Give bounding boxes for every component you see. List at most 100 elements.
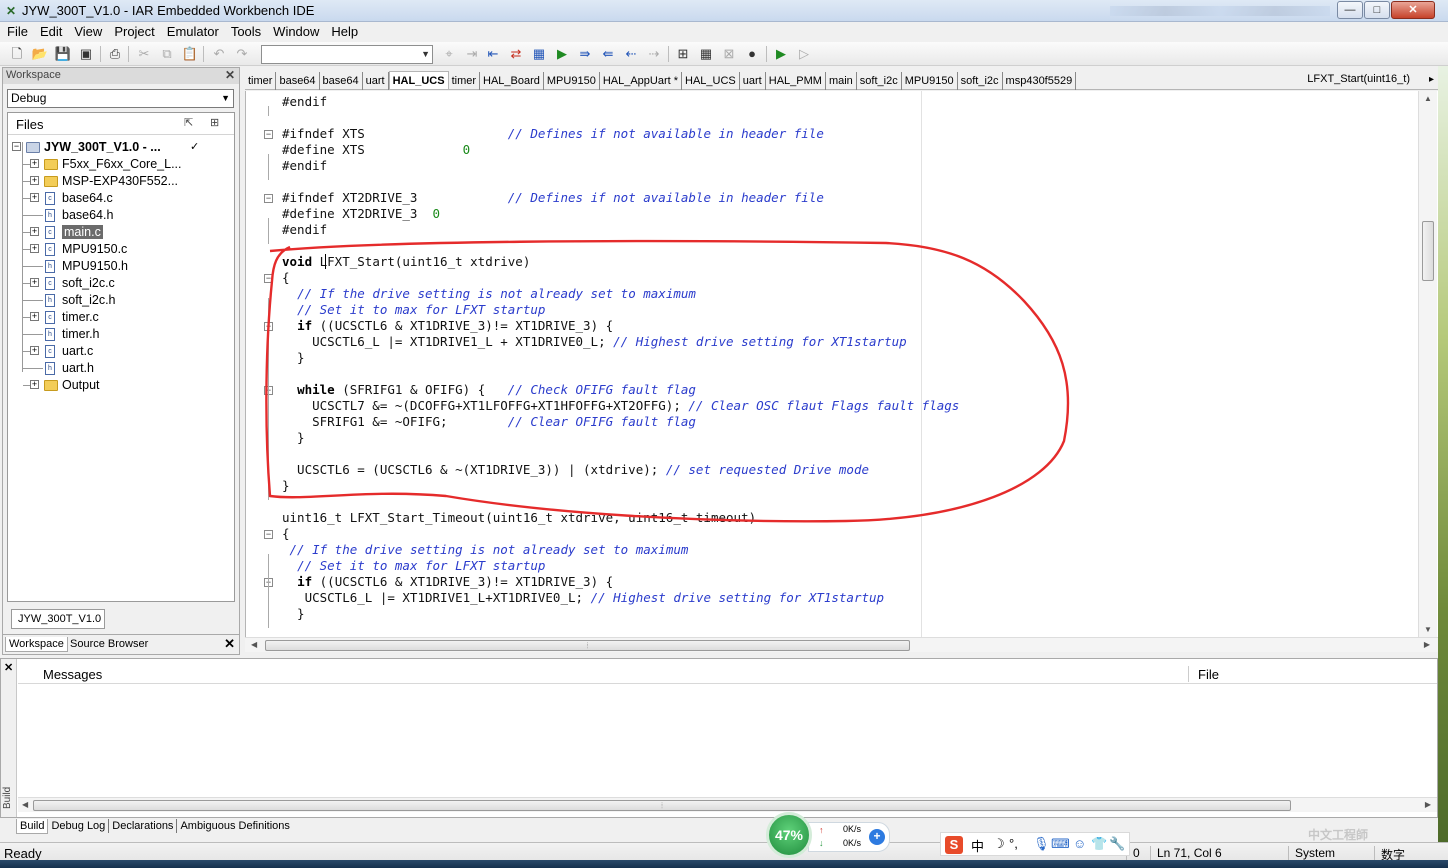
tree-folder[interactable]: + MSP-EXP430F552... (8, 173, 234, 190)
tab-ambiguous-definitions[interactable]: Ambiguous Definitions (177, 819, 292, 833)
tree-file[interactable]: h MPU9150.h (8, 258, 234, 275)
build-configuration-select[interactable]: Debug ▼ (7, 89, 234, 108)
menu-edit[interactable]: Edit (33, 22, 67, 39)
fold-toggle-icon[interactable]: − (264, 194, 273, 203)
menu-window[interactable]: Window (266, 22, 324, 39)
scroll-thumb[interactable] (1422, 221, 1434, 281)
tree-file[interactable]: + c base64.c (8, 190, 234, 207)
code-line[interactable]: UCSCTL6_L |= XT1DRIVE1_L+XT1DRIVE0_L; //… (282, 590, 885, 606)
menu-file[interactable]: File (0, 22, 33, 39)
files-tree-icon[interactable]: ⊞ (210, 116, 219, 129)
find-next-icon[interactable]: ⇥ (463, 45, 481, 63)
editor-tab[interactable]: base64 (276, 72, 320, 90)
fold-toggle-icon[interactable]: − (264, 274, 273, 283)
expand-icon[interactable]: + (30, 278, 39, 287)
editor-tab[interactable]: main (826, 72, 857, 90)
scroll-down-icon[interactable]: ▼ (1424, 625, 1432, 634)
ime-toolbar[interactable]: S 中 ☽ °, 🎙 ⌨ ☺ 👕 🔧 (940, 832, 1130, 856)
code-line[interactable]: } (282, 478, 290, 494)
expand-icon[interactable]: + (30, 193, 39, 202)
expand-icon[interactable]: + (30, 380, 39, 389)
expand-icon[interactable]: + (30, 176, 39, 185)
tab-source-browser[interactable]: Source Browser (67, 637, 151, 651)
code-line[interactable]: } (282, 606, 305, 622)
make-icon[interactable]: ▦ (697, 45, 715, 63)
debug-without-download-icon[interactable]: ▷ (795, 45, 813, 63)
tab-workspace[interactable]: Workspace (5, 637, 68, 652)
editor-tab[interactable]: HAL_Board (480, 72, 544, 90)
tree-file[interactable]: h soft_i2c.h (8, 292, 234, 309)
bookmark-prev-icon[interactable]: ⇚ (599, 45, 617, 63)
collapse-icon[interactable]: − (12, 142, 21, 151)
editor-tab[interactable]: HAL_AppUart * (600, 72, 683, 90)
editor-tab[interactable]: timer (449, 72, 481, 90)
menu-emulator[interactable]: Emulator (160, 22, 224, 39)
expand-icon[interactable]: + (30, 227, 39, 236)
horizontal-scrollbar[interactable]: ◀ ⦙ ▶ (245, 637, 1438, 652)
project-tab[interactable]: JYW_300T_V1.0 (11, 609, 105, 629)
expand-icon[interactable]: + (30, 244, 39, 253)
code-line[interactable]: void LFXT_Start(uint16_t xtdrive) (282, 254, 530, 270)
download-debug-icon[interactable]: ▶ (772, 45, 790, 63)
boost-plus-icon[interactable]: + (869, 829, 885, 845)
editor-tab[interactable]: MPU9150 (902, 72, 958, 90)
tree-file[interactable]: h base64.h (8, 207, 234, 224)
menu-view[interactable]: View (67, 22, 107, 39)
code-line[interactable]: SFRIFG1 &= ~OFIFG; // Clear OFIFG fault … (282, 414, 696, 430)
code-line[interactable]: UCSCTL6_L |= XT1DRIVE1_L + XT1DRIVE0_L; … (282, 334, 907, 350)
scroll-thumb[interactable]: ⦙ (33, 800, 1291, 811)
code-line[interactable]: #ifndef XT2DRIVE_3 // Defines if not ava… (282, 190, 824, 206)
editor-tab[interactable]: base64 (320, 72, 363, 90)
expand-icon[interactable]: + (30, 312, 39, 321)
bookmark-toggle-icon[interactable]: ▶ (553, 45, 571, 63)
close-icon[interactable]: ✕ (225, 68, 235, 82)
memory-usage-gauge[interactable]: 47% (766, 812, 812, 858)
menu-help[interactable]: Help (324, 22, 363, 39)
maximize-button[interactable]: □ (1364, 1, 1390, 19)
editor-tab[interactable]: HAL_UCS (388, 71, 449, 89)
tree-file[interactable]: + c main.c (8, 224, 234, 241)
editor-tab[interactable]: soft_i2c (958, 72, 1003, 90)
code-line[interactable]: uint16_t LFXT_Start_Timeout(uint16_t xtd… (282, 510, 756, 526)
tree-file[interactable]: + c uart.c (8, 343, 234, 360)
scroll-right-icon[interactable]: ▶ (1425, 800, 1431, 809)
user-icon[interactable]: ☺ (1073, 836, 1086, 851)
cut-icon[interactable]: ✂ (135, 45, 153, 63)
keyboard-icon[interactable]: ⌨ (1051, 836, 1070, 852)
code-line[interactable]: } (282, 430, 305, 446)
breakpoint-icon[interactable]: ● (743, 45, 761, 63)
scroll-left-icon[interactable]: ◀ (251, 640, 257, 649)
goto-icon[interactable]: ▦ (530, 45, 548, 63)
print-icon[interactable]: ⎙ (106, 45, 124, 63)
tab-declarations[interactable]: Declarations (109, 819, 178, 833)
scroll-up-icon[interactable]: ▲ (1424, 94, 1432, 103)
editor-tab[interactable]: HAL_UCS (682, 72, 740, 90)
chevron-down-icon[interactable]: ▼ (421, 49, 430, 59)
tree-project-root[interactable]: − JYW_300T_V1.0 - ... ✓ (8, 139, 234, 156)
moon-icon[interactable]: ☽ (993, 836, 1005, 852)
menu-project[interactable]: Project (107, 22, 159, 39)
sogou-logo-icon[interactable]: S (945, 836, 963, 854)
code-line[interactable]: #endif (282, 222, 327, 238)
tree-file[interactable]: + c timer.c (8, 309, 234, 326)
code-line[interactable]: while (SFRIFG1 & OFIFG) { // Check OFIFG… (282, 382, 696, 398)
code-line[interactable]: { (282, 526, 290, 542)
column-divider[interactable] (1188, 666, 1189, 682)
skin-icon[interactable]: 👕 (1091, 836, 1107, 852)
code-line[interactable]: } (282, 350, 305, 366)
tools-icon[interactable]: 🔧 (1109, 836, 1125, 852)
editor-tab[interactable]: HAL_PMM (766, 72, 826, 90)
file-column-header[interactable]: File (1198, 667, 1219, 682)
code-line[interactable]: #endif (282, 158, 327, 174)
fold-toggle-icon[interactable]: − (264, 530, 273, 539)
editor-tab[interactable]: msp430f5529 (1003, 72, 1077, 90)
replace-icon[interactable]: ⇄ (507, 45, 525, 63)
find-previous-icon[interactable]: ⇤ (484, 45, 502, 63)
navigate-back-icon[interactable]: ⇠ (622, 45, 640, 63)
ime-mode[interactable]: 中 (971, 836, 984, 855)
tree-file[interactable]: + c MPU9150.c (8, 241, 234, 258)
editor-tab[interactable]: soft_i2c (857, 72, 902, 90)
redo-icon[interactable]: ↷ (233, 45, 251, 63)
editor-tab[interactable]: MPU9150 (544, 72, 600, 90)
tree-file[interactable]: h uart.h (8, 360, 234, 377)
